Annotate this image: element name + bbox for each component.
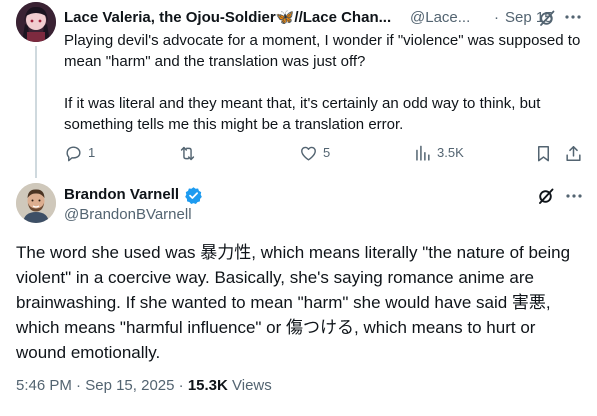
reply-icon [66, 145, 81, 161]
tweet-time[interactable]: 5:46 PM [16, 377, 72, 394]
view-count: 3.5K [437, 145, 464, 160]
display-name[interactable]: Lace Valeria, the Ojou-Soldier🦋//Lace Ch… [64, 8, 404, 28]
action-bar: 1 5 3.5K [64, 143, 584, 163]
avatar[interactable] [16, 183, 56, 223]
more-icon[interactable] [565, 187, 583, 205]
verified-badge-icon [184, 186, 203, 205]
avatar[interactable] [16, 2, 56, 42]
main-tweet-text: The word she used was 暴力性, which means l… [16, 243, 571, 362]
tweet-date[interactable]: Sep 15, 2025 [85, 377, 174, 394]
repost-icon [180, 146, 195, 160]
views-count: 15.3K [187, 377, 228, 394]
user-handle[interactable]: @BrandonBVarnell [64, 205, 192, 225]
display-name[interactable]: Brandon Varnell [64, 185, 179, 205]
separator-dot: · [76, 377, 82, 394]
tweet-meta: 5:46 PM · Sep 15, 2025 · 15.3K Views [16, 376, 272, 396]
bookmark-button[interactable] [534, 143, 553, 163]
main-tweet: Brandon Varnell @BrandonBVarnell The wor… [0, 180, 597, 416]
views-label: Views [232, 377, 272, 394]
bookmark-icon [537, 145, 550, 161]
reply-paragraph: If it was literal and they meant that, i… [64, 95, 541, 133]
user-handle[interactable]: @Lace... [410, 8, 470, 28]
reply-count: 1 [88, 145, 96, 160]
share-button[interactable] [564, 143, 583, 163]
like-icon [301, 146, 316, 161]
separator-dot: · [178, 377, 184, 394]
separator-dot: · [494, 9, 499, 26]
views-button[interactable]: 3.5K [413, 143, 464, 163]
repost-button[interactable] [178, 143, 202, 163]
thread-line [35, 46, 37, 178]
reply-header: Lace Valeria, the Ojou-Soldier🦋//Lace Ch… [64, 8, 585, 28]
like-count: 5 [323, 145, 331, 160]
grok-icon[interactable] [538, 9, 556, 27]
like-button[interactable]: 5 [299, 143, 330, 163]
views-icon [416, 145, 430, 161]
reply-paragraph: Playing devil's advocate for a moment, I… [64, 32, 581, 70]
reply-tweet-text: Playing devil's advocate for a moment, I… [64, 30, 584, 135]
reply-tweet[interactable]: Lace Valeria, the Ojou-Soldier🦋//Lace Ch… [0, 0, 597, 180]
grok-icon[interactable] [537, 187, 555, 205]
reply-button[interactable]: 1 [64, 143, 95, 163]
share-icon [566, 145, 581, 161]
more-icon[interactable] [564, 8, 582, 26]
